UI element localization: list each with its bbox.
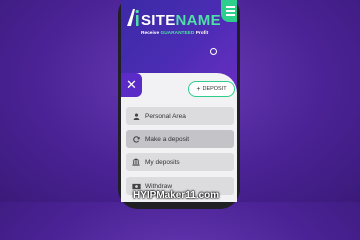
watermark-text: HYIPMaker11.com — [133, 190, 220, 201]
menu-item-my-deposits[interactable]: My deposits — [126, 153, 234, 171]
bank-icon — [130, 158, 142, 166]
plus-icon: + — [196, 85, 201, 93]
close-menu-button[interactable]: ✕ — [121, 73, 142, 97]
refresh-icon — [130, 135, 142, 143]
menu-item-label: Withdraw — [145, 182, 173, 190]
user-icon — [130, 113, 142, 120]
site-name: SITENAME — [141, 12, 221, 29]
deposit-button-label: DEPOSIT — [202, 86, 227, 92]
menu-item-label: Personal Area — [145, 112, 186, 120]
menu-item-label: My deposits — [145, 158, 180, 166]
hamburger-menu-button[interactable] — [221, 0, 237, 22]
menu-item-label: Make a deposit — [145, 135, 190, 143]
menu-item-make-deposit[interactable]: Make a deposit — [126, 130, 234, 148]
hamburger-icon — [226, 6, 235, 8]
deposit-button[interactable]: + DEPOSIT — [188, 81, 235, 97]
logo-mark-icon — [127, 9, 139, 26]
close-icon: ✕ — [126, 77, 137, 92]
slider-indicator-dot[interactable] — [210, 48, 217, 55]
site-tagline: Receive GUARANTEED Profit — [141, 31, 209, 36]
menu-item-personal-area[interactable]: Personal Area — [126, 107, 234, 125]
phone-screen: SITENAME Receive GUARANTEED Profit ✕ + D… — [121, 0, 237, 202]
cash-icon — [130, 183, 142, 190]
